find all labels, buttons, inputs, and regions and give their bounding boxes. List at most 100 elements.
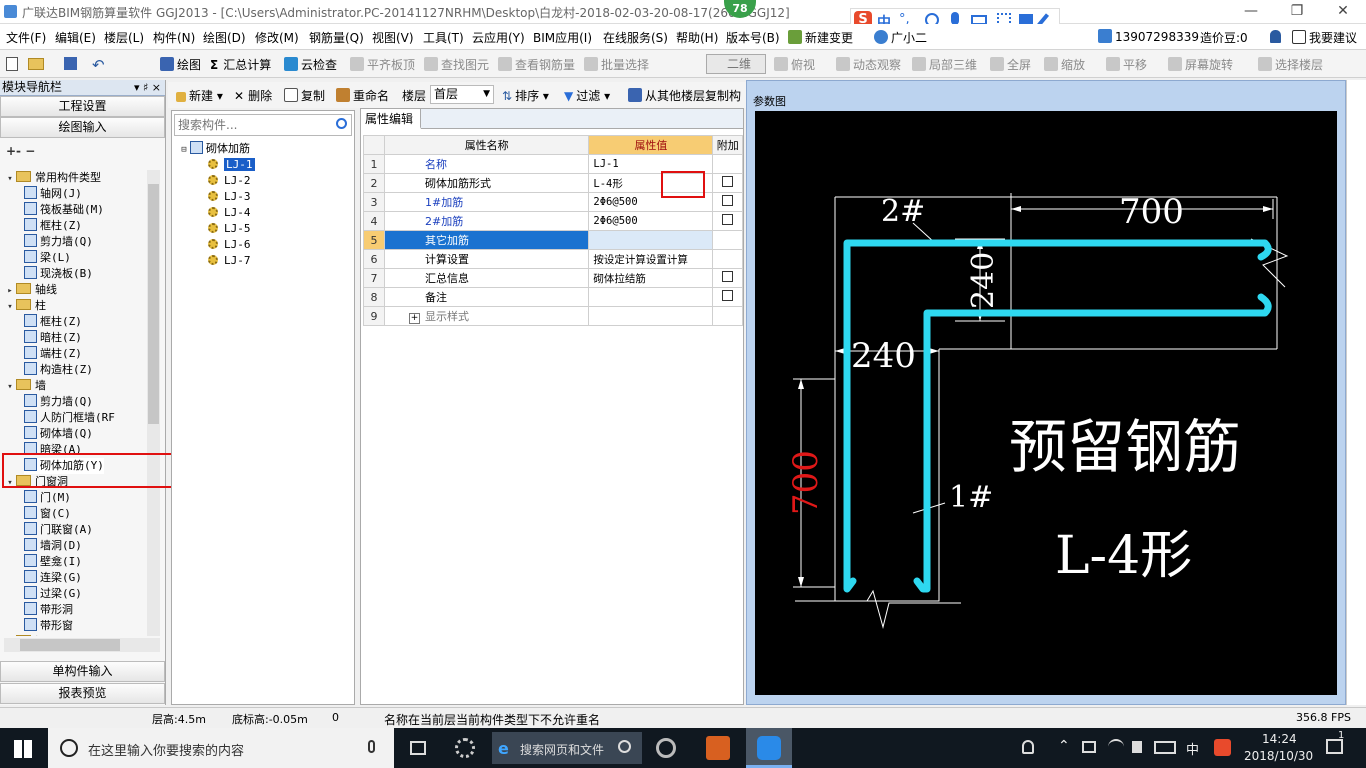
menu-floor[interactable]: 楼层(L) bbox=[104, 29, 144, 46]
collapse-icon[interactable]: ▾ bbox=[4, 635, 16, 636]
component-item[interactable]: LJ-5 bbox=[208, 221, 251, 237]
menu-online[interactable]: 在线服务(S) bbox=[603, 29, 668, 46]
nav-tree-item[interactable]: 构造柱(Z) bbox=[24, 362, 93, 378]
nav-tree-item[interactable]: 端柱(Z) bbox=[24, 346, 82, 362]
nav-tree-item[interactable]: 剪力墙(Q) bbox=[24, 394, 93, 410]
nav-tree-folder[interactable]: ▾ 常用构件类型 bbox=[4, 170, 101, 186]
collapse-icon[interactable]: ▾ bbox=[4, 171, 16, 187]
extra-checkbox[interactable] bbox=[722, 290, 734, 301]
tool-top-view[interactable]: 俯视 bbox=[774, 56, 815, 73]
tool-view-rebar[interactable]: 查看钢筋量 bbox=[498, 56, 575, 73]
copy-from-other-floor-button[interactable]: 从其他楼层复制构 bbox=[628, 87, 741, 104]
tool-rotate-screen[interactable]: 屏幕旋转 bbox=[1168, 56, 1233, 73]
menu-bim[interactable]: BIM应用(I) bbox=[533, 29, 592, 46]
nav-tree-item[interactable]: 筏板基础(M) bbox=[24, 202, 104, 218]
tray-time[interactable]: 14:24 bbox=[1262, 732, 1297, 746]
property-row[interactable]: 9 + 显示样式 bbox=[363, 306, 743, 326]
glodon-app-icon[interactable] bbox=[746, 728, 792, 768]
property-name-cell[interactable]: 汇总信息 bbox=[383, 268, 590, 288]
nav-tree-item[interactable]: 带形洞 bbox=[24, 602, 73, 618]
close-button[interactable]: ✕ bbox=[1320, 0, 1366, 24]
browser-search-box[interactable]: e 搜索网页和文件 bbox=[492, 732, 642, 764]
expand-icon[interactable]: + bbox=[408, 313, 420, 324]
nav-tree-item[interactable]: 框柱(Z) bbox=[24, 218, 82, 234]
menu-file[interactable]: 文件(F) bbox=[6, 29, 46, 46]
nav-tree-item[interactable]: 现浇板(B) bbox=[24, 266, 93, 282]
drawing-input-button[interactable]: 绘图输入 bbox=[0, 117, 165, 138]
nav-tree-item[interactable]: 框柱(Z) bbox=[24, 314, 82, 330]
menu-rebar-quantity[interactable]: 钢筋量(Q) bbox=[309, 29, 364, 46]
user-account[interactable]: 13907298339 bbox=[1098, 29, 1199, 44]
property-name-cell[interactable]: 其它加筋 bbox=[383, 230, 590, 250]
rename-component-button[interactable]: 重命名 bbox=[336, 87, 389, 104]
pinwheel-app-icon[interactable] bbox=[455, 738, 475, 758]
property-row[interactable]: 8 备注 bbox=[363, 287, 743, 307]
property-name-cell[interactable]: + 显示样式 bbox=[383, 306, 590, 326]
tool-align-slab[interactable]: 平齐板顶 bbox=[350, 56, 415, 73]
view-mode-select[interactable]: 二维 bbox=[706, 54, 766, 74]
property-name-cell[interactable]: 计算设置 bbox=[383, 249, 590, 269]
menu-assistant[interactable]: 广小二 bbox=[874, 29, 927, 46]
component-item[interactable]: LJ-3 bbox=[208, 189, 251, 205]
search-icon[interactable] bbox=[336, 118, 347, 129]
nav-tree-item[interactable]: 连梁(G) bbox=[24, 570, 82, 586]
tool-fullscreen[interactable]: 全屏 bbox=[990, 56, 1031, 73]
nav-scroll-thumb[interactable] bbox=[148, 184, 159, 424]
component-item[interactable]: LJ-1 bbox=[208, 157, 255, 173]
nav-tree-item[interactable]: 暗柱(Z) bbox=[24, 330, 82, 346]
component-item[interactable]: LJ-6 bbox=[208, 237, 251, 253]
property-name-cell[interactable]: 名称 bbox=[383, 154, 590, 174]
tray-sogou-icon[interactable] bbox=[1214, 739, 1231, 756]
nav-tree-item[interactable]: 窗(C) bbox=[24, 506, 71, 522]
extra-checkbox[interactable] bbox=[722, 195, 734, 206]
restore-button[interactable]: ❐ bbox=[1274, 0, 1320, 24]
pdf-app-icon[interactable] bbox=[706, 736, 730, 760]
menu-version[interactable]: 版本号(B) bbox=[726, 29, 780, 46]
component-search-box[interactable] bbox=[174, 114, 352, 136]
nav-tree-item[interactable]: 过梁(G) bbox=[24, 586, 82, 602]
expand-collapse-all[interactable]: +- − bbox=[0, 138, 165, 162]
person-icon[interactable] bbox=[1022, 740, 1034, 754]
property-name-cell[interactable]: 砌体加筋形式 bbox=[383, 173, 590, 193]
tray-volume-icon[interactable] bbox=[1132, 741, 1142, 753]
chrome-icon[interactable] bbox=[656, 738, 676, 758]
component-search-input[interactable] bbox=[175, 115, 325, 135]
action-center-icon[interactable] bbox=[1326, 739, 1343, 754]
property-value-cell[interactable] bbox=[588, 230, 714, 250]
menu-draw[interactable]: 绘图(D) bbox=[203, 29, 246, 46]
open-folder-icon[interactable] bbox=[28, 58, 44, 70]
suggest-button[interactable]: 我要建议 bbox=[1292, 29, 1357, 46]
property-value-cell[interactable]: 2Φ6@500 bbox=[588, 211, 714, 231]
delete-component-button[interactable]: ✕ 删除 bbox=[234, 87, 272, 104]
property-value-cell[interactable]: 按设定计算设置计算 bbox=[588, 249, 714, 269]
property-name-cell[interactable]: 1#加筋 bbox=[383, 192, 590, 212]
minimize-button[interactable]: — bbox=[1228, 0, 1274, 24]
tray-wifi-icon[interactable] bbox=[1108, 739, 1124, 755]
project-settings-button[interactable]: 工程设置 bbox=[0, 96, 165, 117]
collapse-icon[interactable]: ⊟ bbox=[178, 142, 190, 158]
tool-find-element[interactable]: 查找图元 bbox=[424, 56, 489, 73]
properties-tab[interactable]: 属性编辑 bbox=[361, 109, 421, 129]
menu-component[interactable]: 构件(N) bbox=[153, 29, 195, 46]
nav-tree-item[interactable]: 墙洞(D) bbox=[24, 538, 82, 554]
copy-component-button[interactable]: 复制 bbox=[284, 87, 325, 104]
menu-cloud[interactable]: 云应用(Y) bbox=[472, 29, 525, 46]
collapse-icon[interactable]: ▾ bbox=[4, 299, 16, 315]
property-row[interactable]: 4 2#加筋 2Φ6@500 bbox=[363, 211, 743, 231]
tool-local-3d[interactable]: 局部三维 bbox=[912, 56, 977, 73]
sort-button[interactable]: ⇅ 排序 ▾ bbox=[502, 87, 549, 104]
nav-tree-folder[interactable]: ▾梁 bbox=[4, 634, 46, 636]
nav-tree-item[interactable]: 壁龛(I) bbox=[24, 554, 82, 570]
tool-select-floor[interactable]: 选择楼层 bbox=[1258, 56, 1323, 73]
task-view-icon[interactable] bbox=[410, 741, 426, 755]
menu-edit[interactable]: 编辑(E) bbox=[55, 29, 96, 46]
property-value-cell[interactable]: 砌体拉结筋 bbox=[588, 268, 714, 288]
menu-modify[interactable]: 修改(M) bbox=[255, 29, 299, 46]
tool-draw[interactable]: 绘图 bbox=[160, 56, 201, 73]
property-name-cell[interactable]: 2#加筋 bbox=[383, 211, 590, 231]
nav-panel-controls[interactable]: ▾ ♯ × bbox=[134, 80, 161, 95]
tool-pan[interactable]: 平移 bbox=[1106, 56, 1147, 73]
nav-tree-item[interactable]: 砌体墙(Q) bbox=[24, 426, 93, 442]
filter-button[interactable]: ▼ 过滤 ▾ bbox=[564, 87, 610, 104]
menu-new-change[interactable]: 新建变更 bbox=[788, 29, 853, 46]
